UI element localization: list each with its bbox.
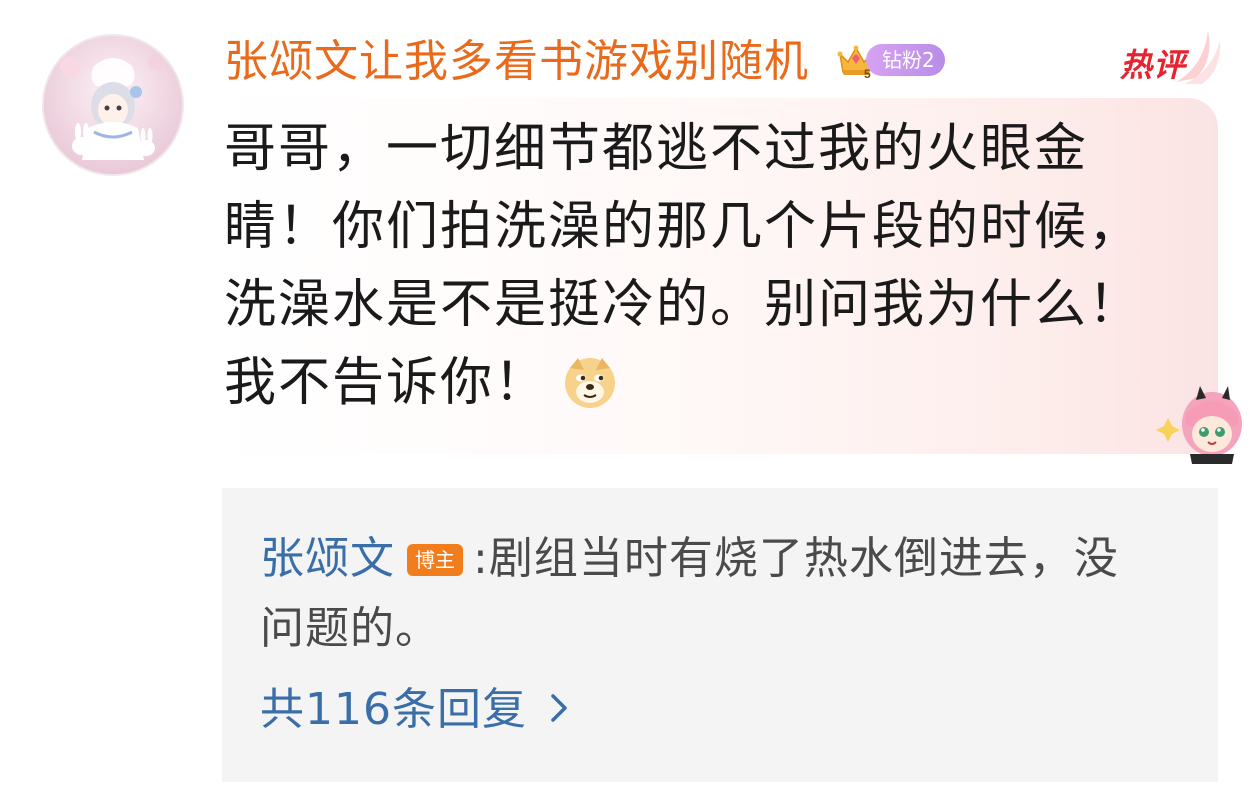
view-replies-link[interactable]: 共116条回复: [260, 678, 579, 742]
top-reply[interactable]: 张颂文 博主:剧组当时有烧了热水倒进去，没问题的。: [260, 524, 1160, 664]
comment-text-content: 哥哥，一切细节都逃不过我的火眼金睛！你们拍洗澡的那几个片段的时候，洗澡水是不是挺…: [224, 119, 1143, 413]
owner-tag: 博主: [407, 544, 463, 576]
anya-sticker: [1156, 380, 1246, 464]
reply-separator: :: [473, 533, 489, 584]
user-avatar[interactable]: [42, 34, 184, 176]
hot-comment-badge: 热评: [1112, 26, 1222, 88]
reply-count-label: 共116条回复: [260, 684, 527, 735]
hot-comment-label: 热评: [1120, 46, 1187, 84]
reply-author[interactable]: 张颂文: [260, 533, 395, 584]
doge-emoji: [562, 354, 618, 410]
chevron-right-icon: [539, 688, 579, 728]
fan-level-label: 钻粉2: [866, 44, 945, 76]
comment-username[interactable]: 张颂文让我多看书游戏别随机: [224, 34, 809, 90]
fan-level-badge[interactable]: 5 钻粉2: [836, 40, 948, 80]
comment-text[interactable]: 哥哥，一切细节都逃不过我的火眼金睛！你们拍洗澡的那几个片段的时候，洗澡水是不是挺…: [224, 110, 1154, 422]
avatar-image: [44, 36, 182, 174]
